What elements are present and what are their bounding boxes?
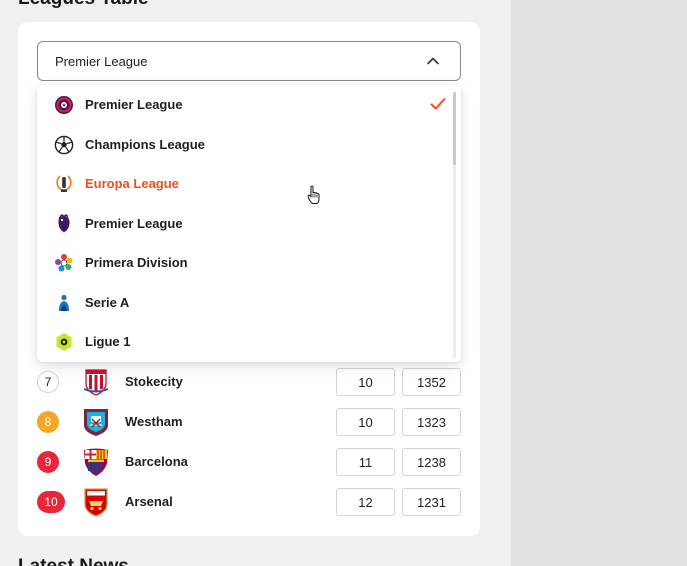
dropdown-item-premier-league[interactable]: Premier League: [37, 85, 452, 124]
dropdown-item-serie-a[interactable]: Serie A: [37, 283, 452, 322]
league-dropdown: Premier League Champions League Europa L…: [37, 85, 461, 362]
westham-crest-icon: [84, 409, 108, 436]
team-name: Westham: [125, 414, 183, 429]
barcelona-crest-icon: [84, 448, 108, 476]
page-title: Leagues Table: [18, 0, 149, 10]
played-cell: 12: [336, 488, 395, 516]
chevron-up-icon: [427, 57, 439, 65]
soccer-ball-icon: [54, 135, 74, 155]
right-pane: [511, 0, 687, 566]
stoke-crest-icon: [83, 369, 109, 396]
dropdown-item-label: Primera Division: [85, 255, 188, 270]
table-row[interactable]: 8 Westham 10 1323: [37, 408, 461, 438]
hand-cursor-icon: [307, 185, 320, 204]
points-cell: 1231: [402, 488, 461, 516]
premier-league-logo-icon: [54, 95, 74, 115]
dropdown-item-label: Champions League: [85, 137, 205, 152]
played-cell: 10: [336, 408, 395, 436]
played-cell: 11: [336, 448, 395, 476]
team-name: Arsenal: [125, 494, 173, 509]
europa-league-trophy-icon: [54, 174, 74, 194]
dropdown-item-label: Ligue 1: [85, 334, 131, 349]
points-cell: 1352: [402, 368, 461, 396]
dropdown-item-champions-league[interactable]: Champions League: [37, 125, 452, 164]
check-icon: [430, 98, 446, 110]
dropdown-scrollbar[interactable]: [453, 92, 456, 358]
rank-badge: 8: [37, 411, 59, 433]
next-section-title: Latest News: [18, 556, 129, 566]
laliga-logo-icon: [54, 253, 74, 273]
table-row[interactable]: 9 Barcelona 11 1238: [37, 448, 461, 478]
dropdown-item-ligue-1[interactable]: Ligue 1: [37, 322, 452, 361]
dropdown-item-label: Serie A: [85, 295, 130, 310]
serie-a-logo-icon: [54, 293, 74, 313]
team-name: Barcelona: [125, 454, 188, 469]
league-select[interactable]: Premier League: [37, 41, 461, 81]
ligue-1-logo-icon: [54, 332, 74, 352]
dropdown-item-label: Europa League: [85, 176, 179, 191]
dropdown-item-europa-league[interactable]: Europa League: [37, 164, 452, 203]
table-row[interactable]: 7 Stokecity 10 1352: [37, 368, 461, 398]
dropdown-item-primera-division[interactable]: Primera Division: [37, 243, 452, 282]
rank-badge: 9: [37, 451, 59, 473]
rank-badge: 7: [37, 371, 59, 393]
premier-lion-icon: [54, 213, 74, 234]
points-cell: 1323: [402, 408, 461, 436]
team-name: Stokecity: [125, 374, 183, 389]
played-cell: 10: [336, 368, 395, 396]
arsenal-crest-icon: [84, 488, 108, 517]
dropdown-item-premier-league-2[interactable]: Premier League: [37, 204, 452, 243]
rank-badge: 10: [37, 491, 65, 513]
table-row[interactable]: 10 Arsenal 12 1231: [37, 488, 461, 518]
dropdown-scrollbar-thumb[interactable]: [453, 92, 456, 165]
league-select-value: Premier League: [55, 53, 148, 69]
dropdown-item-label: Premier League: [85, 97, 183, 112]
points-cell: 1238: [402, 448, 461, 476]
dropdown-item-label: Premier League: [85, 216, 183, 231]
